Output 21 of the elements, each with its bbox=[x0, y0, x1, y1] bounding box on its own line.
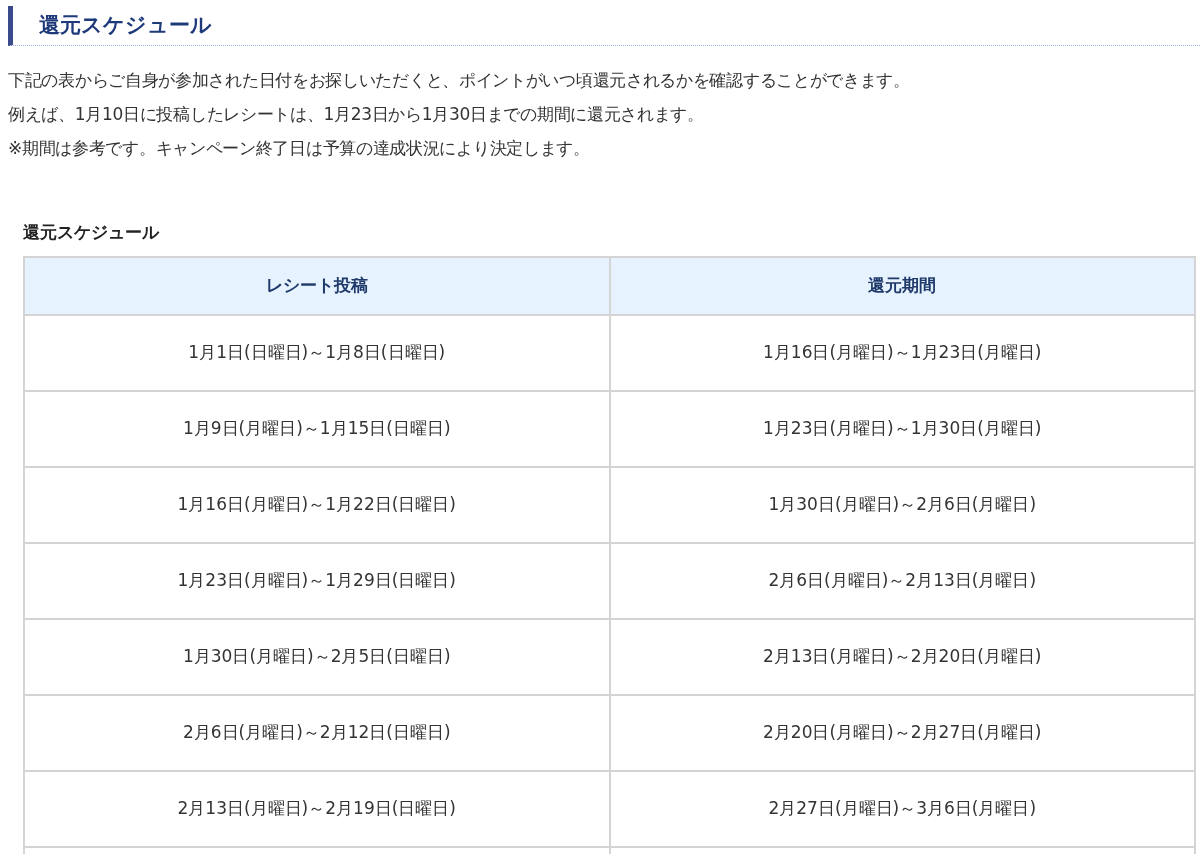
column-header: 還元期間 bbox=[609, 256, 1195, 315]
table-cell: 1月30日(月曜日)～2月5日(日曜日) bbox=[24, 618, 610, 695]
table-cell: 2月6日(月曜日)～2月13日(月曜日) bbox=[609, 542, 1195, 619]
table-cell: 1月23日(月曜日)～1月30日(月曜日) bbox=[609, 390, 1195, 467]
table-cell: 2月6日(月曜日)～2月12日(日曜日) bbox=[24, 694, 610, 771]
intro-text: 例えば、1月10日に投稿したレシートは、1月23日から1月30日までの期間に還元されます。 bbox=[8, 103, 704, 126]
table-cell: 1月30日(月曜日)～2月6日(月曜日) bbox=[609, 466, 1195, 543]
table-cell: 2月20日(月曜日)～2月27日(月曜日) bbox=[609, 694, 1195, 771]
table-cell: 1月23日(月曜日)～1月29日(日曜日) bbox=[24, 542, 610, 619]
table-cell: 1月16日(月曜日)～1月22日(日曜日) bbox=[24, 466, 610, 543]
column-header: レシート投稿 bbox=[24, 256, 610, 315]
table-cell: 1月9日(月曜日)～1月15日(日曜日) bbox=[24, 390, 610, 467]
table-caption: 還元スケジュール bbox=[23, 221, 159, 244]
table-cell: 2月13日(月曜日)～2月19日(日曜日) bbox=[24, 770, 610, 847]
table-cell: 2月27日(月曜日)～3月6日(月曜日) bbox=[609, 770, 1195, 847]
intro-text: ※期間は参考です。キャンペーン終了日は予算の達成状況により決定します。 bbox=[8, 137, 590, 160]
intro-text: 下記の表からご自身が参加された日付をお探しいただくと、ポイントがいつ頃還元されるかを確認することができます。 bbox=[8, 69, 910, 92]
table-cell: 1月16日(月曜日)～1月23日(月曜日) bbox=[609, 314, 1195, 391]
table-cell: 1月1日(日曜日)～1月8日(日曜日) bbox=[24, 314, 610, 391]
section-heading: 還元スケジュール bbox=[8, 6, 1200, 46]
table-cell: 2月13日(月曜日)～2月20日(月曜日) bbox=[609, 618, 1195, 695]
